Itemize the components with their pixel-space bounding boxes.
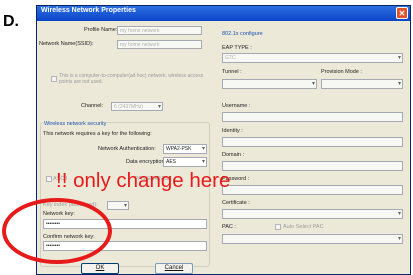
close-button[interactable]: ✕ [396, 7, 408, 19]
close-icon: ✕ [398, 9, 406, 18]
cancel-label: Cancel [164, 265, 184, 271]
security-desc: This network requires a key for the foll… [43, 131, 152, 137]
adhoc-checkbox[interactable] [51, 76, 57, 82]
key-index-select[interactable] [107, 201, 129, 210]
ssid-field[interactable]: my home network [117, 40, 202, 49]
cancel-button[interactable]: Cancel [155, 263, 193, 274]
channel-select[interactable]: 6 (2437MHz) [111, 102, 163, 111]
auto-pac-checkbox[interactable] [275, 224, 281, 230]
adhoc-text: This is a computer-to-computer(ad hoc) n… [59, 73, 204, 85]
pac-select[interactable] [222, 234, 403, 244]
ascii-checkbox[interactable] [46, 176, 52, 182]
tunnel-label: Tunnel : [222, 69, 242, 75]
domain-label: Domain : [222, 152, 245, 158]
ssid-label: Network Name(SSID): [39, 41, 94, 47]
eap-select[interactable]: GTC [222, 53, 403, 63]
eap-label: EAP TYPE : [222, 45, 252, 51]
provision-mode-select[interactable] [321, 79, 403, 89]
ok-button[interactable]: OK [81, 263, 119, 274]
username-label: Username : [222, 103, 251, 109]
certificate-select[interactable] [222, 209, 403, 219]
encryption-select[interactable]: AES [163, 157, 207, 167]
password-field[interactable] [222, 185, 403, 195]
identity-label: Identity : [222, 128, 243, 134]
domain-field[interactable] [222, 161, 403, 171]
annotation-text: !! only change here [56, 169, 231, 192]
certificate-label: Certificate : [222, 200, 250, 206]
username-field[interactable] [222, 112, 403, 122]
channel-label: Channel: [81, 103, 104, 109]
annotation-circle [2, 198, 112, 264]
title-bar[interactable]: Wireless Network Properties ✕ [37, 6, 410, 21]
auto-pac-label: Auto Select PAC [283, 224, 324, 230]
identity-field[interactable] [222, 137, 403, 147]
auth-label: Network Authentication: [98, 146, 156, 152]
tunnel-select[interactable] [222, 79, 317, 89]
encryption-label: Data encryption: [126, 159, 167, 165]
pac-label: PAC : [222, 224, 236, 230]
provision-mode-label: Provision Mode : [321, 69, 362, 75]
auth-select[interactable]: WPA2-PSK [163, 144, 207, 154]
security-group-title: Wireless network security [43, 121, 108, 127]
profile-name-field[interactable]: my home network [117, 26, 202, 35]
figure-label: D. [3, 13, 19, 30]
dot1x-section-title: 802.1x configure [222, 31, 263, 37]
profile-name-label: Profile Name: [84, 27, 118, 33]
ok-label: OK [95, 265, 105, 271]
window-title: Wireless Network Properties [41, 7, 136, 14]
